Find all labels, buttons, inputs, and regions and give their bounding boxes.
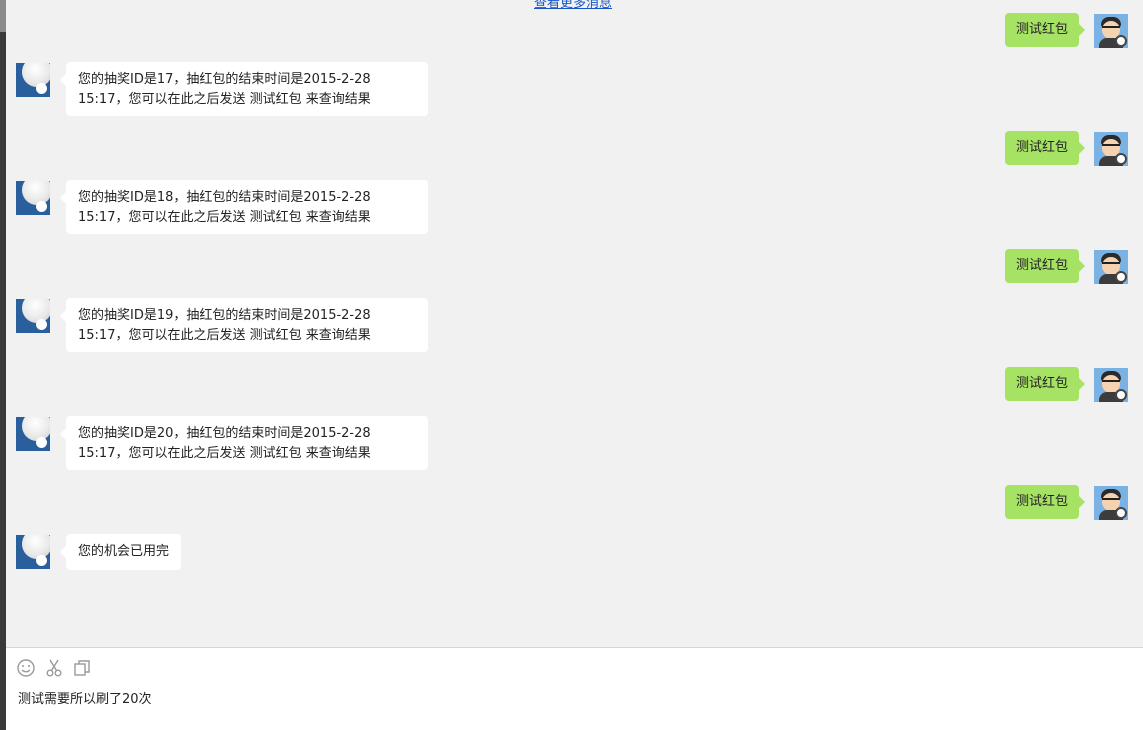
user-avatar[interactable] [1094, 14, 1128, 48]
message-row-bot: 您的抽奖ID是18，抽红包的结束时间是2015-2-28 15:17，您可以在此… [6, 180, 1143, 234]
user-avatar[interactable] [1094, 486, 1128, 520]
bot-message-bubble[interactable]: 您的抽奖ID是18，抽红包的结束时间是2015-2-28 15:17，您可以在此… [60, 180, 428, 234]
message-row-user: 测试红包 [6, 485, 1143, 520]
message-row-bot: 您的机会已用完 [6, 534, 1143, 570]
message-row-bot: 您的抽奖ID是20，抽红包的结束时间是2015-2-28 15:17，您可以在此… [6, 416, 1143, 470]
chat-message-area[interactable]: 查看更多消息 测试红包 您的抽奖ID是17，抽红包的结束时间是2015-2-28… [6, 0, 1143, 647]
message-row-bot: 您的抽奖ID是17，抽红包的结束时间是2015-2-28 15:17，您可以在此… [6, 62, 1143, 116]
user-message-bubble[interactable]: 测试红包 [1004, 485, 1086, 519]
bot-avatar[interactable] [16, 535, 50, 569]
user-message-bubble[interactable]: 测试红包 [1004, 249, 1086, 283]
message-row-bot: 您的抽奖ID是19，抽红包的结束时间是2015-2-28 15:17，您可以在此… [6, 298, 1143, 352]
bot-message-bubble[interactable]: 您的抽奖ID是17，抽红包的结束时间是2015-2-28 15:17，您可以在此… [60, 62, 428, 116]
message-input-field[interactable]: 测试需要所以刷了20次 [18, 688, 152, 707]
emoji-icon[interactable] [16, 658, 36, 678]
show-more-messages-link[interactable]: 查看更多消息 [534, 0, 612, 11]
message-row-user: 测试红包 [6, 367, 1143, 402]
user-avatar[interactable] [1094, 250, 1128, 284]
copy-window-icon[interactable] [72, 658, 92, 678]
user-message-bubble[interactable]: 测试红包 [1004, 131, 1086, 165]
user-avatar[interactable] [1094, 368, 1128, 402]
user-message-bubble[interactable]: 测试红包 [1004, 367, 1086, 401]
bot-avatar[interactable] [16, 63, 50, 97]
bot-avatar[interactable] [16, 417, 50, 451]
bot-avatar[interactable] [16, 299, 50, 333]
user-message-bubble[interactable]: 测试红包 [1004, 13, 1086, 47]
bot-message-bubble[interactable]: 您的抽奖ID是20，抽红包的结束时间是2015-2-28 15:17，您可以在此… [60, 416, 428, 470]
message-row-user: 测试红包 [6, 249, 1143, 284]
bot-message-bubble[interactable]: 您的抽奖ID是19，抽红包的结束时间是2015-2-28 15:17，您可以在此… [60, 298, 428, 352]
message-row-user: 测试红包 [6, 13, 1143, 48]
user-avatar[interactable] [1094, 132, 1128, 166]
scissors-icon[interactable] [44, 658, 64, 678]
message-row-user: 测试红包 [6, 131, 1143, 166]
bot-avatar[interactable] [16, 181, 50, 215]
bot-message-bubble[interactable]: 您的机会已用完 [59, 534, 182, 570]
message-input-area[interactable]: 测试需要所以刷了20次 [6, 647, 1143, 730]
